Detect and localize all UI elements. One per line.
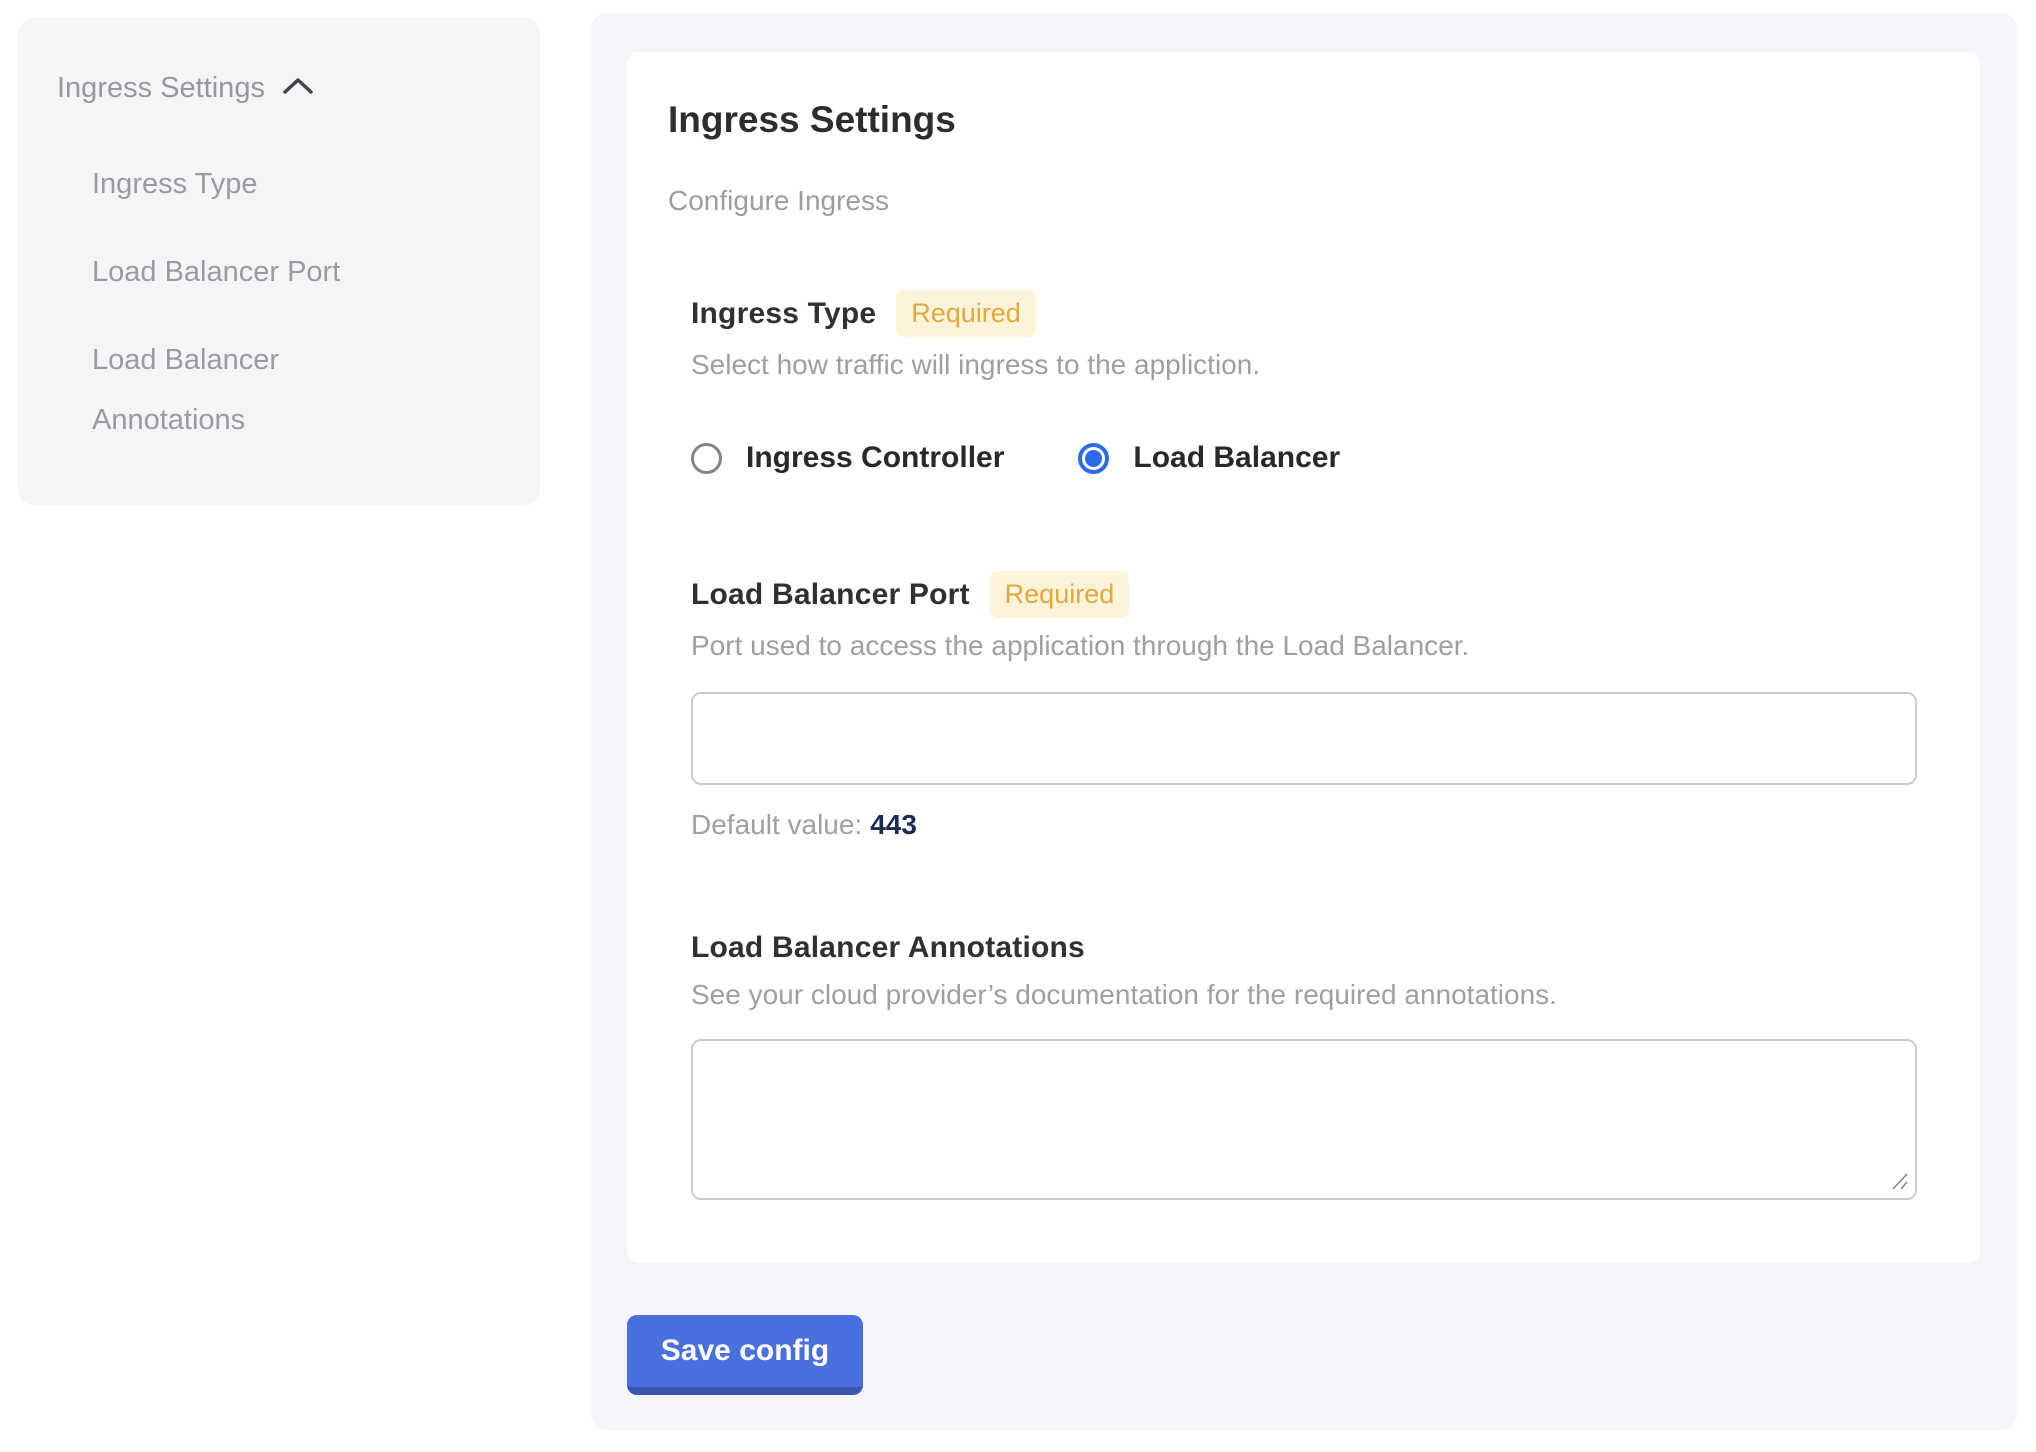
resize-grip-icon[interactable]	[1890, 1171, 1910, 1191]
form-sections: Ingress Type Required Select how traffic…	[691, 290, 1916, 1200]
chevron-up-icon	[281, 70, 315, 106]
ingress-type-radio-group: Ingress Controller Load Balancer	[691, 441, 1916, 475]
sidebar-item-list: Ingress Type Load Balancer Port Load Bal…	[92, 154, 432, 450]
lb-annotations-textarea-wrap	[691, 1039, 1917, 1200]
lb-port-description: Port used to access the application thro…	[691, 628, 1916, 664]
lb-annotations-textarea[interactable]	[691, 1039, 1917, 1200]
sidebar-section-toggle[interactable]: Ingress Settings	[57, 70, 510, 106]
sidebar-item-load-balancer-port[interactable]: Load Balancer Port	[92, 242, 432, 302]
sidebar-item-ingress-type[interactable]: Ingress Type	[92, 154, 432, 214]
radio-label-load-balancer: Load Balancer	[1133, 441, 1340, 475]
ingress-settings-card: Ingress Settings Configure Ingress Ingre…	[627, 52, 1980, 1263]
default-value: 443	[870, 809, 917, 840]
lb-port-label: Load Balancer Port	[691, 576, 970, 614]
ingress-type-label: Ingress Type	[691, 295, 876, 333]
ingress-type-description: Select how traffic will ingress to the a…	[691, 347, 1916, 383]
lb-annotations-description: See your cloud provider’s documentation …	[691, 977, 1916, 1013]
lb-annotations-label: Load Balancer Annotations	[691, 929, 1085, 967]
radio-unchecked-icon	[691, 443, 722, 474]
lb-port-default-line: Default value: 443	[691, 809, 1916, 841]
sidebar-item-load-balancer-annotations[interactable]: Load Balancer Annotations	[92, 330, 432, 450]
required-badge: Required	[990, 571, 1130, 618]
lb-port-label-row: Load Balancer Port Required	[691, 571, 1916, 618]
page-subtitle: Configure Ingress	[668, 184, 1916, 218]
radio-checked-icon	[1078, 443, 1109, 474]
save-config-button[interactable]: Save config	[627, 1315, 863, 1395]
ingress-type-label-row: Ingress Type Required	[691, 290, 1916, 337]
settings-panel: Ingress Settings Configure Ingress Ingre…	[591, 13, 2017, 1430]
default-value-label: Default value:	[691, 809, 862, 840]
settings-nav-sidebar: Ingress Settings Ingress Type Load Balan…	[18, 18, 540, 505]
sidebar-section-title: Ingress Settings	[57, 70, 265, 106]
radio-load-balancer[interactable]: Load Balancer	[1078, 441, 1340, 475]
lb-annotations-label-row: Load Balancer Annotations	[691, 929, 1916, 967]
lb-port-input[interactable]	[691, 692, 1917, 785]
radio-label-ingress-controller: Ingress Controller	[746, 441, 1004, 475]
required-badge: Required	[896, 290, 1036, 337]
page-title: Ingress Settings	[668, 96, 1916, 144]
radio-ingress-controller[interactable]: Ingress Controller	[691, 441, 1004, 475]
